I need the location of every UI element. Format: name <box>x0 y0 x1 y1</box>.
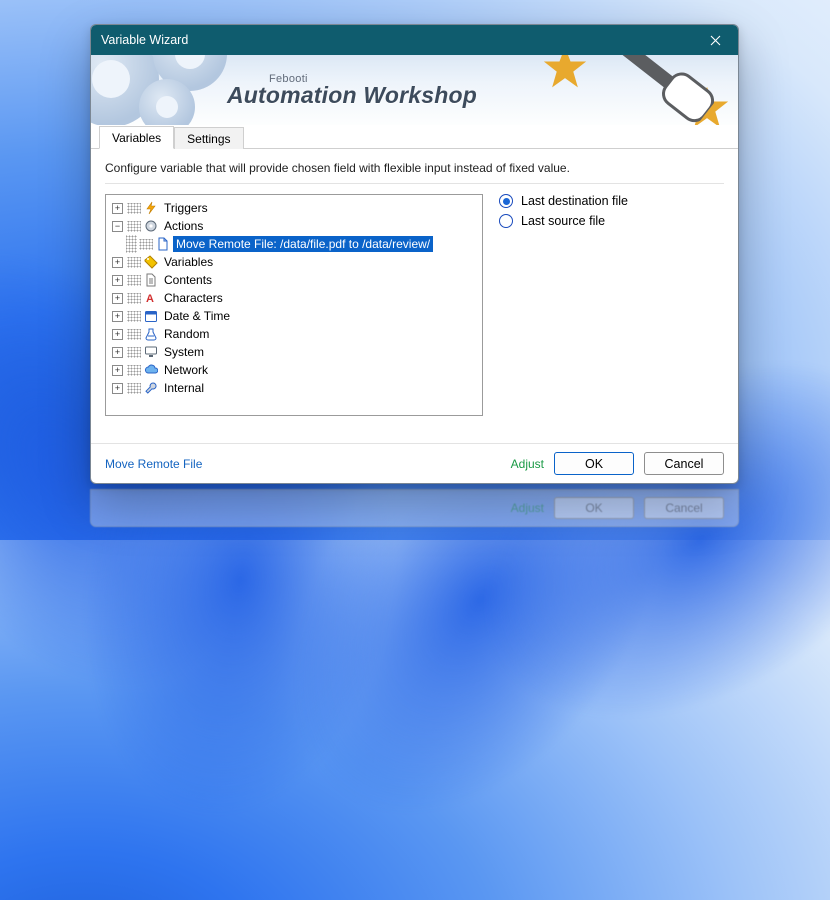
tree-node-random[interactable]: + Random <box>112 325 478 343</box>
close-icon <box>710 35 721 46</box>
flask-icon <box>143 326 159 342</box>
document-icon <box>143 272 159 288</box>
options-pane: Last destination file Last source file <box>499 194 724 437</box>
dialog-window: Variable Wizard Febooti Automation Works… <box>90 24 739 484</box>
cancel-button[interactable]: Cancel <box>644 452 724 475</box>
tabstrip: Variables Settings <box>91 125 738 149</box>
expand-toggle[interactable]: + <box>112 383 123 394</box>
titlebar: Variable Wizard <box>91 25 738 55</box>
collapse-toggle[interactable]: − <box>112 221 123 232</box>
radio-icon <box>499 214 513 228</box>
tab-settings[interactable]: Settings <box>174 127 243 149</box>
tag-icon <box>143 254 159 270</box>
variable-tree[interactable]: + Triggers − Actions Move Remote File: /… <box>105 194 483 416</box>
window-title: Variable Wizard <box>101 33 188 47</box>
tree-label: Actions <box>161 218 206 234</box>
expand-toggle[interactable]: + <box>112 275 123 286</box>
tree-node-characters[interactable]: + A Characters <box>112 289 478 307</box>
tree-node-triggers[interactable]: + Triggers <box>112 199 478 217</box>
dialog-footer: Move Remote File Adjust OK Cancel <box>91 443 738 483</box>
wrench-icon <box>143 380 159 396</box>
expand-toggle[interactable]: + <box>112 329 123 340</box>
svg-text:A: A <box>146 293 154 305</box>
tree-label: Variables <box>161 254 216 270</box>
tree-label: System <box>161 344 207 360</box>
monitor-icon <box>143 344 159 360</box>
letter-a-icon: A <box>143 290 159 306</box>
tree-node-contents[interactable]: + Contents <box>112 271 478 289</box>
tree-node-internal[interactable]: + Internal <box>112 379 478 397</box>
tree-node-move-remote-file[interactable]: Move Remote File: /data/file.pdf to /dat… <box>126 235 478 253</box>
tree-label: Network <box>161 362 211 378</box>
tab-variables[interactable]: Variables <box>99 126 174 149</box>
tab-label: Settings <box>187 132 230 146</box>
tab-label: Variables <box>112 131 161 145</box>
bolt-icon <box>143 200 159 216</box>
tree-node-network[interactable]: + Network <box>112 361 478 379</box>
tree-label: Contents <box>161 272 215 288</box>
tree-node-system[interactable]: + System <box>112 343 478 361</box>
radio-icon <box>499 194 513 208</box>
tree-label: Date & Time <box>161 308 233 324</box>
tree-label-selected: Move Remote File: /data/file.pdf to /dat… <box>173 236 433 252</box>
expand-toggle[interactable]: + <box>112 203 123 214</box>
tree-label: Triggers <box>161 200 211 216</box>
expand-toggle[interactable]: + <box>112 293 123 304</box>
tree-label: Random <box>161 326 212 342</box>
close-button[interactable] <box>700 30 730 50</box>
description-text: Configure variable that will provide cho… <box>105 161 724 175</box>
context-help-link[interactable]: Move Remote File <box>105 457 202 471</box>
tree-node-variables[interactable]: + Variables <box>112 253 478 271</box>
background-dialog-shadow: Adjust OK Cancel <box>90 489 739 527</box>
file-icon <box>155 236 171 252</box>
expand-toggle[interactable]: + <box>112 365 123 376</box>
tree-label: Internal <box>161 380 207 396</box>
banner: Febooti Automation Workshop <box>91 55 738 125</box>
gear-icon <box>143 218 159 234</box>
radio-label: Last destination file <box>521 194 628 208</box>
cloud-icon <box>143 362 159 378</box>
tree-node-datetime[interactable]: + Date & Time <box>112 307 478 325</box>
adjust-link[interactable]: Adjust <box>511 457 544 471</box>
ok-button[interactable]: OK <box>554 452 634 475</box>
tree-label: Characters <box>161 290 226 306</box>
radio-label: Last source file <box>521 214 605 228</box>
brand-name: Automation Workshop <box>227 82 477 109</box>
expand-toggle[interactable]: + <box>112 347 123 358</box>
expand-toggle[interactable]: + <box>112 257 123 268</box>
expand-toggle[interactable]: + <box>112 311 123 322</box>
radio-last-destination-file[interactable]: Last destination file <box>499 194 724 208</box>
star-icon <box>542 55 588 91</box>
radio-last-source-file[interactable]: Last source file <box>499 214 724 228</box>
tree-node-actions[interactable]: − Actions <box>112 217 478 235</box>
calendar-icon <box>143 308 159 324</box>
